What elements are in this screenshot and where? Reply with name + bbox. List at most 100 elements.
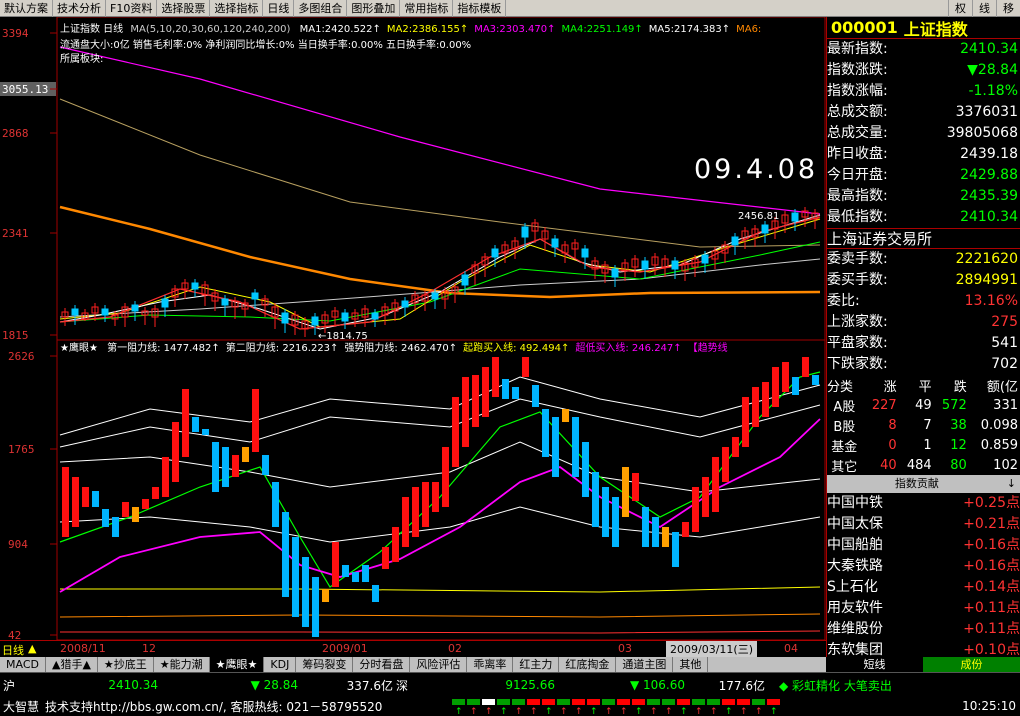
tab-indicator[interactable]: KDJ: [264, 657, 297, 672]
indicator-bar: [542, 409, 549, 457]
indicator-bar: [772, 367, 779, 407]
panel-tabs: 短线 成份: [826, 657, 1020, 672]
tab-indicator[interactable]: 分时看盘: [353, 657, 411, 672]
indicator-bar: [652, 517, 659, 547]
indicator-bar: [302, 557, 309, 627]
tab-indicator[interactable]: 其他: [673, 657, 709, 672]
tab-indicator[interactable]: ★能力潮: [154, 657, 210, 672]
menu-item-7[interactable]: 图形叠加: [347, 0, 401, 17]
menu-item-0[interactable]: 默认方案: [0, 0, 53, 17]
indicator-bar: [422, 482, 429, 527]
indicator-bar: [612, 497, 619, 547]
tab-indicator[interactable]: 红底掏金: [559, 657, 617, 672]
contrib-name: S上石化: [827, 579, 878, 595]
heat-arrow: ↑: [770, 707, 778, 715]
exchange-name: 上海证券交易所: [827, 228, 1020, 249]
tab-indicator[interactable]: ▲猎手▲: [46, 657, 98, 672]
menu-item-2[interactable]: F10资料: [106, 0, 158, 17]
heat-arrow: ↑: [680, 707, 688, 715]
heat-arrow: ↑: [755, 707, 763, 715]
stock-title: 000001 上证指数: [827, 17, 1020, 39]
chart-canvas[interactable]: 33943055.1328682341181526261765904422456…: [0, 17, 826, 657]
indicator-bar: [672, 532, 679, 567]
tab-indicator[interactable]: MACD: [0, 657, 46, 672]
quote-label: 委比:: [827, 293, 860, 309]
heat-arrow: ↑: [740, 707, 748, 715]
candle-body: [401, 300, 409, 308]
warning-icon: ▲: [28, 642, 37, 655]
ma-value: MA3:2303.470↑: [474, 24, 556, 35]
ma-value: MA1:2420.522↑: [299, 24, 381, 35]
candle-body: [131, 304, 139, 312]
candle-body: [431, 292, 439, 300]
contrib-row[interactable]: 用友软件 +0.11点: [827, 598, 1020, 619]
indicator-bar: [602, 487, 609, 537]
rights-button[interactable]: 权: [948, 0, 972, 17]
move-button[interactable]: 移: [996, 0, 1020, 17]
contrib-header[interactable]: 指数贡献 ↓: [827, 475, 1020, 493]
breadth-cell: 12: [950, 437, 967, 453]
sz-amount: 177.6亿: [718, 678, 765, 693]
tab-indicator[interactable]: 红主力: [513, 657, 560, 672]
indicator-bar: [512, 387, 519, 399]
indicator-value: 【趋势线: [687, 343, 728, 354]
tab-short[interactable]: 短线: [826, 657, 923, 672]
indicator-bar: [262, 455, 269, 475]
indicator-bar: [152, 487, 159, 499]
quote-row: 指数涨跌: ▼28.84: [827, 60, 1020, 81]
quote-row: 最高指数: 2435.39: [827, 186, 1020, 207]
quote-value: 3376031: [955, 104, 1018, 120]
indicator-bar: [92, 491, 99, 507]
menu-item-9[interactable]: 指标模板: [453, 0, 507, 17]
quote-label: 最新指数:: [827, 41, 888, 57]
contrib-row[interactable]: 维维股份 +0.11点: [827, 619, 1020, 640]
heat-cell: [632, 699, 646, 705]
indicator-bar: [792, 377, 799, 395]
menu-item-8[interactable]: 常用指标: [400, 0, 454, 17]
indicator-bar: [502, 379, 509, 399]
menu-item-6[interactable]: 多图组合: [294, 0, 348, 17]
tab-indicator[interactable]: ★抄底王: [98, 657, 154, 672]
quote-row: 委卖手数: 2221620: [827, 249, 1020, 270]
contrib-row[interactable]: 中国船舶 +0.16点: [827, 535, 1020, 556]
big-date-annotation: 09.4.08: [694, 154, 819, 185]
tab-indicator[interactable]: 筹码裂变: [296, 657, 354, 672]
line-button[interactable]: 线: [972, 0, 996, 17]
contrib-row[interactable]: 中国太保 +0.21点: [827, 514, 1020, 535]
indicator-bar: [722, 447, 729, 482]
quote-row: 昨日收盘: 2439.18: [827, 144, 1020, 165]
contrib-row[interactable]: 中国中铁 +0.25点: [827, 493, 1020, 514]
contrib-row[interactable]: S上石化 +0.14点: [827, 577, 1020, 598]
indicator-bar: [142, 499, 149, 509]
menu-item-1[interactable]: 技术分析: [53, 0, 106, 17]
app-window: 默认方案 技术分析 F10资料 选择股票 选择指标 日线 多图组合 图形叠加 常…: [0, 0, 1020, 716]
tab-indicator[interactable]: 风险评估: [410, 657, 468, 672]
indicator-bar: [572, 417, 579, 477]
quote-row: 总成交量: 39805068: [827, 123, 1020, 144]
arrow-down-icon[interactable]: ↓: [1007, 475, 1016, 493]
menu-item-3[interactable]: 选择股票: [157, 0, 211, 17]
kline-chart[interactable]: 3394 3055.13 2868 2341 1815 2626 1765 904 42 2456…: [0, 17, 826, 657]
price-axis-label: 3055.13: [2, 83, 48, 96]
ticker[interactable]: ◆ 彩虹精化 大笔卖出: [779, 677, 892, 694]
sz-label: 深: [396, 678, 409, 693]
tab-indicator[interactable]: 通道主图: [616, 657, 674, 672]
ma-value: MA5:2174.383↑: [648, 24, 731, 35]
menu-item-4[interactable]: 选择指标: [210, 0, 264, 17]
breadth-cell: 1: [923, 437, 932, 453]
heat-cell: [572, 699, 586, 705]
heat-cell: [602, 699, 616, 705]
ma-line: [59, 258, 821, 318]
menu-item-5[interactable]: 日线: [263, 0, 295, 17]
tab-indicator[interactable]: ★鹰眼★: [209, 657, 265, 672]
indicator-legend: ★鹰眼★ 第一阻力线: 1477.482↑ 第二阻力线: 2216.223↑ 强势阻…: [60, 339, 728, 354]
contrib-row[interactable]: 大秦铁路 +0.16点: [827, 556, 1020, 577]
quote-row: 指数涨幅: -1.18%: [827, 81, 1020, 102]
tab-indicator[interactable]: 乖离率: [467, 657, 514, 672]
breadth-cell: 0.098: [980, 417, 1018, 433]
candle-body: [731, 236, 739, 246]
tab-components[interactable]: 成份: [923, 657, 1020, 672]
date-label: 02: [448, 642, 462, 655]
heat-cell: [617, 699, 631, 705]
price-axis-label: 3394: [2, 27, 29, 40]
